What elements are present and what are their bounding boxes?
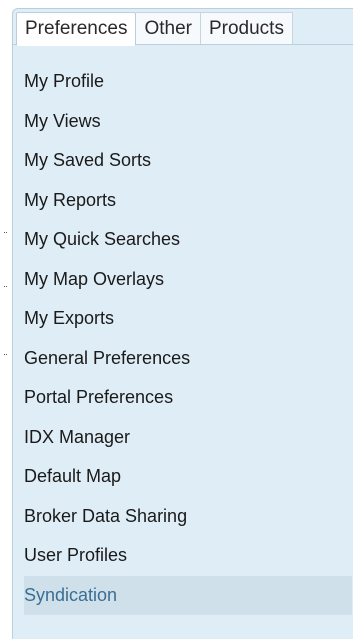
ruler-tick <box>4 232 7 233</box>
menu-item-portal-preferences[interactable]: Portal Preferences <box>24 378 352 418</box>
tab-preferences[interactable]: Preferences <box>16 12 137 46</box>
menu-item-my-exports[interactable]: My Exports <box>24 299 352 339</box>
ruler-tick <box>4 354 7 355</box>
menu-item-my-profile[interactable]: My Profile <box>24 62 352 102</box>
menu-item-my-views[interactable]: My Views <box>24 102 352 142</box>
tab-products[interactable]: Products <box>200 12 293 44</box>
preferences-menu: My Profile My Views My Saved Sorts My Re… <box>24 62 352 615</box>
menu-item-syndication[interactable]: Syndication <box>24 575 352 615</box>
menu-item-general-preferences[interactable]: General Preferences <box>24 339 352 379</box>
tab-other[interactable]: Other <box>136 12 201 44</box>
preferences-window: Preferences Other Products My Profile My… <box>0 0 353 639</box>
menu-item-user-profiles[interactable]: User Profiles <box>24 536 352 576</box>
ruler-tick <box>4 286 7 287</box>
menu-item-idx-manager[interactable]: IDX Manager <box>24 418 352 458</box>
menu-item-my-quick-searches[interactable]: My Quick Searches <box>24 220 352 260</box>
menu-item-my-saved-sorts[interactable]: My Saved Sorts <box>24 141 352 181</box>
menu-item-broker-data-sharing[interactable]: Broker Data Sharing <box>24 497 352 537</box>
menu-item-my-reports[interactable]: My Reports <box>24 181 352 221</box>
menu-item-my-map-overlays[interactable]: My Map Overlays <box>24 260 352 300</box>
menu-item-default-map[interactable]: Default Map <box>24 457 352 497</box>
left-edge-ruler <box>0 0 12 639</box>
tab-bar: Preferences Other Products <box>16 12 293 46</box>
